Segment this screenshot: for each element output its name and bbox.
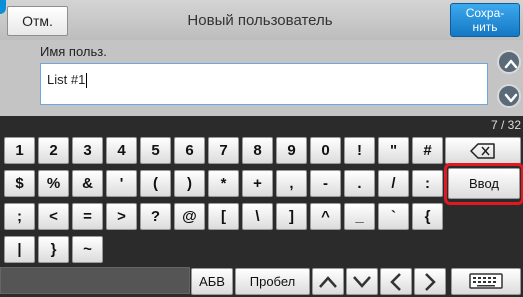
- char-key[interactable]: >: [106, 203, 137, 230]
- char-key[interactable]: %: [38, 170, 69, 197]
- char-key[interactable]: 1: [4, 137, 35, 164]
- cursor-right-key[interactable]: [414, 268, 446, 295]
- char-key[interactable]: 8: [242, 137, 273, 164]
- char-key[interactable]: 0: [310, 137, 341, 164]
- keyboard-toggle-key[interactable]: [451, 268, 521, 295]
- username-value: List #1: [47, 72, 86, 87]
- char-key[interactable]: :: [412, 170, 443, 197]
- char-key[interactable]: -: [310, 170, 341, 197]
- char-key[interactable]: 9: [276, 137, 307, 164]
- char-key[interactable]: /: [378, 170, 409, 197]
- chevron-up-icon: [504, 59, 518, 69]
- enter-key-highlight: [444, 163, 523, 205]
- char-key[interactable]: (: [140, 170, 171, 197]
- cursor-down-key[interactable]: [346, 268, 378, 295]
- bottom-bar-spacer: [0, 267, 190, 294]
- char-key[interactable]: <: [38, 203, 69, 230]
- chevron-left-icon: [390, 272, 401, 291]
- page-title: Новый пользователь: [187, 11, 333, 29]
- char-key[interactable]: 6: [174, 137, 205, 164]
- char-key[interactable]: ?: [140, 203, 171, 230]
- char-key[interactable]: {: [412, 203, 443, 230]
- backspace-icon: [470, 142, 495, 159]
- char-key[interactable]: ,: [276, 170, 307, 197]
- save-label-line2: нить: [472, 20, 498, 34]
- char-key[interactable]: #: [412, 137, 443, 164]
- chevron-up-icon: [319, 275, 337, 288]
- keyboard-icon: [469, 272, 503, 289]
- char-key[interactable]: ~: [72, 236, 103, 263]
- scroll-down-button[interactable]: [497, 84, 521, 108]
- char-key[interactable]: 7: [208, 137, 239, 164]
- save-button[interactable]: Сохра- нить: [450, 3, 520, 37]
- char-key[interactable]: ': [106, 170, 137, 197]
- chevron-right-icon: [425, 272, 436, 291]
- char-key[interactable]: *: [208, 170, 239, 197]
- scroll-up-button[interactable]: [497, 50, 521, 74]
- char-key[interactable]: ": [378, 137, 409, 164]
- char-key[interactable]: ^: [310, 203, 341, 230]
- backspace-key[interactable]: [445, 137, 521, 164]
- text-caret: [86, 73, 88, 89]
- char-key[interactable]: |: [4, 236, 35, 263]
- char-key[interactable]: }: [38, 236, 69, 263]
- char-key[interactable]: =: [72, 203, 103, 230]
- cancel-button[interactable]: Отм.: [7, 6, 68, 36]
- field-label: Имя польз.: [40, 44, 107, 59]
- space-key[interactable]: Пробел: [235, 268, 310, 295]
- cursor-up-key[interactable]: [312, 268, 344, 295]
- page-counter: 7 / 32: [490, 118, 521, 132]
- char-key[interactable]: 5: [140, 137, 171, 164]
- char-key[interactable]: _: [344, 203, 375, 230]
- chevron-down-icon: [504, 93, 518, 103]
- char-key[interactable]: .: [344, 170, 375, 197]
- char-key[interactable]: ;: [4, 203, 35, 230]
- char-key[interactable]: ): [174, 170, 205, 197]
- cursor-left-key[interactable]: [380, 268, 412, 295]
- alphabet-key[interactable]: АБВ: [191, 268, 233, 295]
- char-key[interactable]: &: [72, 170, 103, 197]
- char-key[interactable]: @: [174, 203, 205, 230]
- char-key[interactable]: `: [378, 203, 409, 230]
- char-key[interactable]: [: [208, 203, 239, 230]
- chevron-down-icon: [353, 275, 371, 288]
- char-key[interactable]: 3: [72, 137, 103, 164]
- char-key[interactable]: !: [344, 137, 375, 164]
- char-key[interactable]: 2: [38, 137, 69, 164]
- save-label-line1: Сохра-: [465, 6, 505, 20]
- char-key[interactable]: +: [242, 170, 273, 197]
- char-key[interactable]: \: [242, 203, 273, 230]
- char-key[interactable]: 4: [106, 137, 137, 164]
- char-key[interactable]: ]: [276, 203, 307, 230]
- username-input[interactable]: List #1: [40, 63, 488, 105]
- char-key[interactable]: $: [4, 170, 35, 197]
